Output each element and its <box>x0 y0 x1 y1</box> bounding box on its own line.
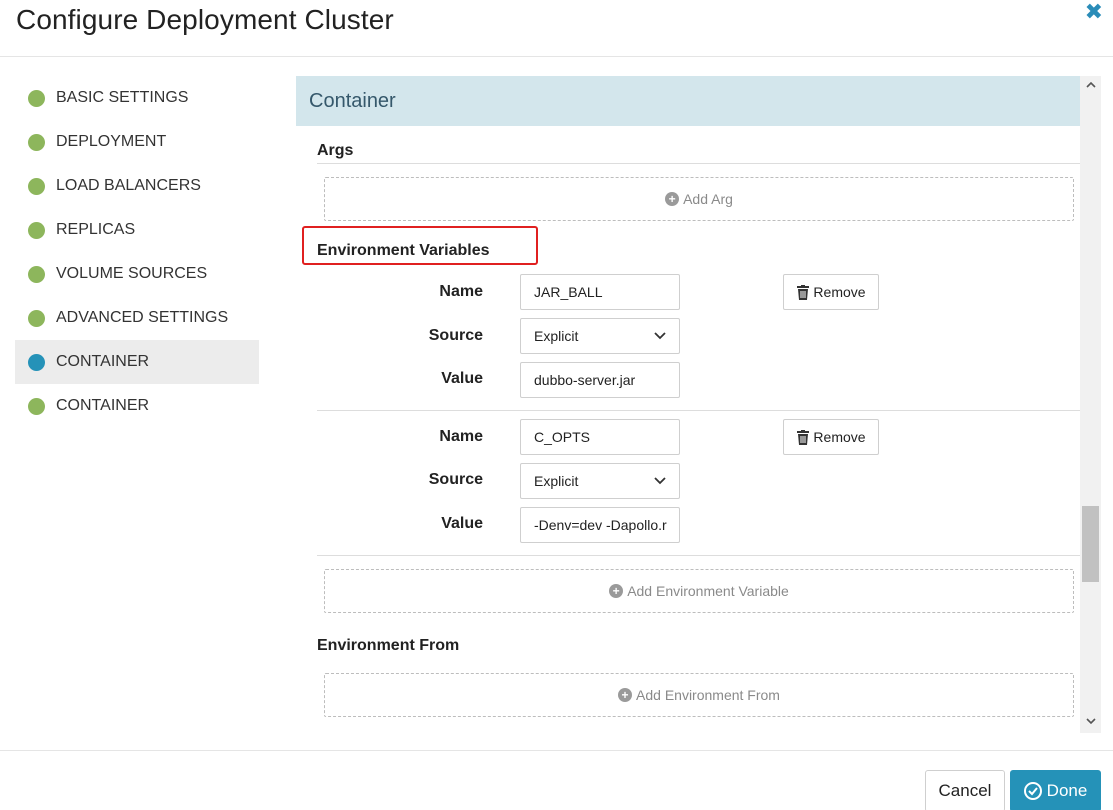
add-env-var-button[interactable]: + Add Environment Variable <box>324 569 1074 613</box>
sidebar-item-label: CONTAINER <box>56 397 150 414</box>
dialog-footer: Cancel Done <box>0 750 1113 810</box>
add-env-var-label: Add Environment Variable <box>627 583 789 599</box>
status-dot-icon <box>28 221 45 239</box>
status-dot-icon <box>28 133 45 151</box>
source-label: Source <box>428 327 483 344</box>
dialog-title: Configure Deployment Cluster <box>16 4 394 35</box>
container-panel: Container Args + Add Arg Environment Var… <box>296 76 1080 733</box>
status-dot-icon <box>28 309 45 327</box>
plus-circle-icon: + <box>618 688 633 702</box>
plus-circle-icon: + <box>665 192 680 206</box>
source-label: Source <box>428 471 483 488</box>
divider <box>317 163 1080 164</box>
remove-button[interactable]: Remove <box>783 419 879 455</box>
annotation-highlight-box <box>302 226 538 265</box>
trash-icon <box>796 429 810 445</box>
status-dot-icon <box>28 265 45 283</box>
check-circle-icon <box>1023 782 1042 800</box>
scrollbar-thumb[interactable] <box>1082 506 1099 582</box>
sidebar-item-label: VOLUME SOURCES <box>56 265 208 282</box>
sidebar-item-label: BASIC SETTINGS <box>56 89 189 106</box>
remove-button[interactable]: Remove <box>783 274 879 310</box>
chevron-down-icon <box>654 474 666 488</box>
sidebar-item-label: LOAD BALANCERS <box>56 177 201 194</box>
section-header: Container <box>296 76 1080 126</box>
sidebar-item-label: DEPLOYMENT <box>56 133 167 150</box>
plus-circle-icon: + <box>609 584 624 598</box>
args-title: Args <box>317 142 354 159</box>
status-dot-icon <box>28 397 45 415</box>
env-source-select[interactable]: Explicit <box>520 463 680 499</box>
value-label: Value <box>441 515 483 532</box>
trash-icon <box>796 284 810 300</box>
status-dot-icon <box>28 177 45 195</box>
section-title: Container <box>309 90 396 112</box>
name-label: Name <box>439 283 483 300</box>
chevron-down-icon <box>654 329 666 343</box>
name-label: Name <box>439 428 483 445</box>
divider <box>317 410 1080 411</box>
add-env-from-button[interactable]: + Add Environment From <box>324 673 1074 717</box>
sidebar-item-deployment[interactable]: DEPLOYMENT <box>15 120 259 164</box>
value-label: Value <box>441 370 483 387</box>
scroll-up-icon[interactable] <box>1080 76 1101 96</box>
add-arg-button[interactable]: + Add Arg <box>324 177 1074 221</box>
select-value: Explicit <box>534 473 579 489</box>
sidebar-item-container[interactable]: CONTAINER <box>15 384 259 428</box>
env-value-input[interactable]: -Denv=dev -Dapollo.r <box>520 507 680 543</box>
sidebar: BASIC SETTINGS DEPLOYMENT LOAD BALANCERS… <box>15 76 259 428</box>
dialog-header: Configure Deployment Cluster ✖ <box>0 0 1113 57</box>
remove-label: Remove <box>813 284 866 300</box>
env-name-input[interactable]: JAR_BALL <box>520 274 680 310</box>
add-arg-label: Add Arg <box>683 191 733 207</box>
add-env-from-label: Add Environment From <box>636 687 780 703</box>
sidebar-item-label: CONTAINER <box>56 353 150 370</box>
select-value: Explicit <box>534 328 579 344</box>
remove-label: Remove <box>813 429 866 445</box>
sidebar-item-volume-sources[interactable]: VOLUME SOURCES <box>15 252 259 296</box>
done-button[interactable]: Done <box>1010 770 1101 810</box>
sidebar-item-container-active[interactable]: CONTAINER <box>15 340 259 384</box>
sidebar-item-load-balancers[interactable]: LOAD BALANCERS <box>15 164 259 208</box>
env-name-input[interactable]: C_OPTS <box>520 419 680 455</box>
close-icon[interactable]: ✖ <box>1085 0 1103 24</box>
env-source-select[interactable]: Explicit <box>520 318 680 354</box>
sidebar-item-label: REPLICAS <box>56 221 136 238</box>
scrollbar[interactable] <box>1080 76 1101 733</box>
env-value-input[interactable]: dubbo-server.jar <box>520 362 680 398</box>
done-label: Done <box>1046 781 1088 800</box>
status-dot-icon <box>28 353 45 371</box>
sidebar-item-advanced-settings[interactable]: ADVANCED SETTINGS <box>15 296 259 340</box>
env-from-title: Environment From <box>317 637 460 654</box>
sidebar-item-basic-settings[interactable]: BASIC SETTINGS <box>15 76 259 120</box>
divider <box>317 555 1080 556</box>
cancel-button[interactable]: Cancel <box>925 770 1005 810</box>
scroll-down-icon[interactable] <box>1080 713 1101 733</box>
status-dot-icon <box>28 89 45 107</box>
sidebar-item-label: ADVANCED SETTINGS <box>56 309 229 326</box>
sidebar-item-replicas[interactable]: REPLICAS <box>15 208 259 252</box>
